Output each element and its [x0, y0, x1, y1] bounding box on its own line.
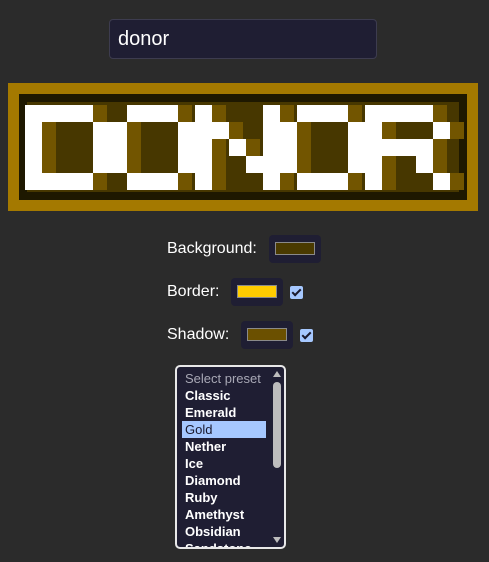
letter-pixel: [25, 105, 42, 122]
letter-pixel: [348, 122, 365, 139]
letter-pixel: [280, 139, 297, 156]
scroll-thumb[interactable]: [273, 382, 281, 468]
letter-pixel: [416, 105, 433, 122]
letter-pixel: [127, 173, 144, 190]
letter-pixel: [263, 122, 280, 139]
letter-pixel: [314, 173, 331, 190]
letter-pixel: [59, 173, 76, 190]
letter-pixel: [348, 156, 365, 173]
letter-pixel: [195, 122, 212, 139]
banner-preview: [8, 83, 478, 211]
border-swatch: [237, 285, 278, 298]
border-enabled-checkbox[interactable]: [290, 285, 304, 299]
preset-scrollbar[interactable]: [272, 369, 282, 545]
letter-pixel: [42, 105, 59, 122]
letter-pixel: [195, 156, 212, 173]
letter-pixel: [416, 156, 433, 173]
letter-pixel: [348, 139, 365, 156]
border-label: Border:: [167, 283, 220, 300]
background-control: Background:: [167, 235, 321, 263]
letter-pixel: [25, 139, 42, 156]
letter-pixel: [365, 105, 382, 122]
preset-option[interactable]: Sandstone: [182, 540, 266, 547]
preset-list: Select preset Classic Emerald Gold Nethe…: [182, 370, 266, 547]
letter-pixel: [42, 173, 59, 190]
preset-option[interactable]: Obsidian: [182, 523, 266, 540]
letter-pixel: [331, 173, 348, 190]
border-color-picker[interactable]: [231, 278, 284, 306]
scroll-up-arrow-icon[interactable]: [273, 371, 281, 377]
letter-pixel: [365, 173, 382, 190]
letter-pixel: [416, 139, 433, 156]
background-label: Background:: [167, 240, 257, 257]
letter-pixel: [382, 105, 399, 122]
letter-pixel: [93, 156, 110, 173]
preset-option[interactable]: Ruby: [182, 489, 266, 506]
preset-option[interactable]: Nether: [182, 438, 266, 455]
letter-pixel: [314, 105, 331, 122]
letter-pixel: [365, 139, 382, 156]
letter-pixel: [144, 105, 161, 122]
letter-pixel: [93, 122, 110, 139]
letter-pixel: [399, 139, 416, 156]
banner-text-input[interactable]: [109, 19, 377, 59]
shadow-label: Shadow:: [167, 326, 230, 343]
letter-pixel: [195, 139, 212, 156]
letter-pixel: [382, 139, 399, 156]
shadow-control: Shadow:: [167, 321, 314, 349]
letter-pixel: [212, 122, 229, 139]
letter-pixel: [365, 156, 382, 173]
shadow-color-picker[interactable]: [241, 321, 294, 349]
letter-pixel: [76, 105, 93, 122]
preset-option[interactable]: Amethyst: [182, 506, 266, 523]
letter-pixel: [263, 139, 280, 156]
letter-pixel: [178, 122, 195, 139]
letter-pixel: [297, 173, 314, 190]
letter-pixel: [263, 173, 280, 190]
letter-pixel: [399, 105, 416, 122]
letter-pixel: [161, 105, 178, 122]
scroll-down-arrow-icon[interactable]: [273, 537, 281, 543]
letter-pixel: [178, 156, 195, 173]
preset-option[interactable]: Emerald: [182, 404, 266, 421]
letter-pixel: [178, 139, 195, 156]
letter-pixel: [280, 156, 297, 173]
letter-pixel: [144, 173, 161, 190]
letter-pixel: [195, 173, 212, 190]
letter-pixel: [161, 173, 178, 190]
preset-option[interactable]: Classic: [182, 387, 266, 404]
letter-pixel: [433, 173, 450, 190]
letter-pixel: [229, 139, 246, 156]
letter-pixel: [93, 139, 110, 156]
preset-option-placeholder[interactable]: Select preset: [182, 370, 266, 387]
shadow-enabled-checkbox[interactable]: [300, 328, 314, 342]
shadow-swatch: [247, 328, 288, 341]
letter-pixel: [280, 122, 297, 139]
preset-option-selected[interactable]: Gold: [182, 421, 266, 438]
letter-pixel: [110, 122, 127, 139]
letter-pixel: [246, 156, 263, 173]
background-swatch: [274, 242, 315, 255]
letter-pixel: [263, 105, 280, 122]
letter-pixel: [195, 105, 212, 122]
letter-pixel: [331, 105, 348, 122]
banner-canvas: [8, 83, 478, 211]
border-control: Border:: [167, 278, 304, 306]
letter-pixel: [297, 105, 314, 122]
letter-pixel: [433, 122, 450, 139]
preset-listbox[interactable]: Select preset Classic Emerald Gold Nethe…: [175, 365, 286, 549]
letter-pixel: [25, 122, 42, 139]
letter-pixel: [365, 122, 382, 139]
letter-pixel: [59, 105, 76, 122]
letter-pixel: [110, 139, 127, 156]
letter-pixel: [127, 105, 144, 122]
preset-option[interactable]: Diamond: [182, 472, 266, 489]
letter-pixel: [25, 156, 42, 173]
letter-pixel: [76, 173, 93, 190]
preset-option[interactable]: Ice: [182, 455, 266, 472]
letter-pixel: [25, 173, 42, 190]
background-color-picker[interactable]: [268, 235, 321, 263]
letter-pixel: [263, 156, 280, 173]
letter-pixel: [110, 156, 127, 173]
